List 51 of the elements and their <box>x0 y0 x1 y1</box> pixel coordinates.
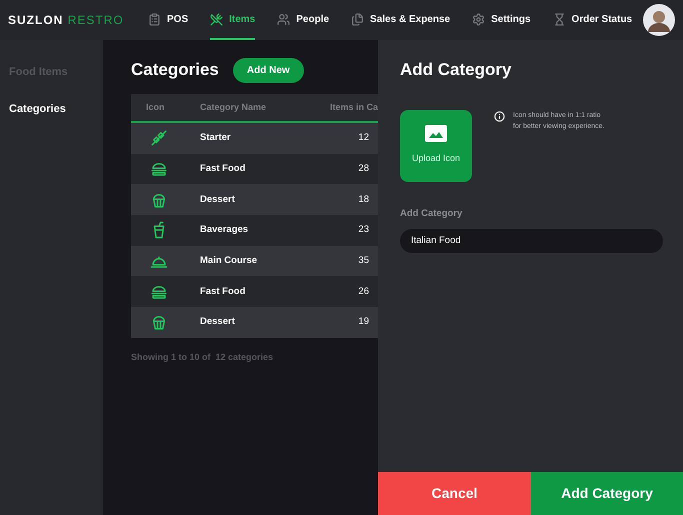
table-row[interactable]: Dessert 18 <box>131 184 378 216</box>
page-title: Categories <box>131 59 219 82</box>
users-icon <box>277 12 290 26</box>
table-row[interactable]: Starter 12 <box>131 123 378 154</box>
pagination-info: Showing 1 to 10 of 12 categories <box>131 350 274 364</box>
table-cell-text: Dessert <box>200 192 236 207</box>
table-row[interactable]: Fast Food 26 <box>131 276 378 308</box>
nav-tab[interactable]: People <box>277 0 330 40</box>
table-cell-text: 26 <box>357 284 370 299</box>
panel-title: Add Category <box>400 59 512 81</box>
nav-tab[interactable]: Settings <box>472 0 531 40</box>
avatar[interactable] <box>643 4 675 36</box>
table-row[interactable]: Baverages 23 <box>131 215 378 246</box>
table-cell-text: Baverages <box>200 223 250 238</box>
table-row[interactable]: Dessert 19 <box>131 307 378 338</box>
brand-logo: SUZLON RESTRO <box>8 12 125 29</box>
table-cell-text: 12 <box>357 131 370 146</box>
nav-tab[interactable]: POS <box>148 0 188 40</box>
table-row[interactable]: Fast Food 28 <box>131 154 378 184</box>
utensils-icon <box>210 12 224 26</box>
table-cell-text: Starter <box>200 131 232 146</box>
nav-tab[interactable]: Items <box>210 0 256 40</box>
sidebar-item[interactable]: Categories <box>9 100 103 117</box>
hourglass-icon <box>552 12 566 26</box>
add-category-button[interactable]: Add Category <box>531 472 683 515</box>
table-cell-text: 28 <box>357 162 370 176</box>
table-cell-text: 18 <box>357 192 370 207</box>
table-cell-text: 19 <box>357 315 370 330</box>
files-icon <box>351 12 364 26</box>
table-cell-text: Main Course <box>200 254 258 268</box>
nav-tab[interactable]: Order Status <box>552 0 632 40</box>
table-cell-text: Fast Food <box>200 162 246 176</box>
field-label: Add Category <box>400 206 464 220</box>
cancel-button[interactable]: Cancel <box>378 472 531 515</box>
table-cell-text: Fast Food <box>200 284 246 299</box>
info-icon <box>494 110 505 122</box>
category-name-field[interactable]: Italian Food <box>400 228 663 253</box>
clipboard-icon <box>148 12 161 26</box>
table-cell-text: 35 <box>357 254 370 268</box>
table-row[interactable]: Main Course 35 <box>131 246 378 276</box>
column-header: Category Name <box>200 100 268 114</box>
skewer-icon <box>150 129 168 148</box>
table-cell-text: 23 <box>357 223 370 238</box>
add-new-button[interactable]: Add New <box>232 58 304 82</box>
nav-tab[interactable]: Sales & Expense <box>351 0 450 40</box>
table-cell-text: Dessert <box>200 315 236 330</box>
column-header: Items in Ca <box>330 100 378 114</box>
burger-icon <box>150 160 168 178</box>
image-icon <box>425 125 447 142</box>
gear-icon <box>472 12 486 26</box>
column-header: Icon <box>145 100 166 114</box>
